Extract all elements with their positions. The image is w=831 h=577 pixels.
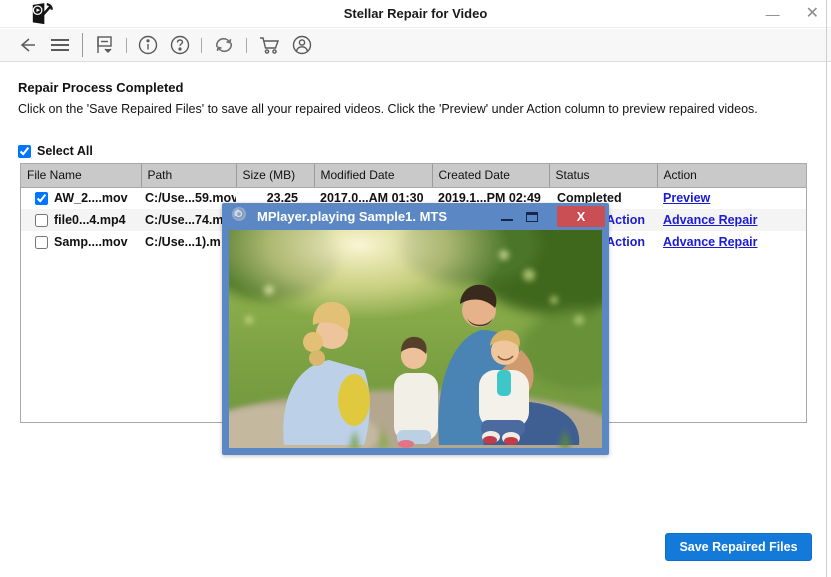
app-window: Stellar Repair for Video — ✕ bbox=[0, 0, 831, 577]
file-name: file0...4.mp4 bbox=[54, 213, 126, 227]
instruction-text: Click on the 'Save Repaired Files' to sa… bbox=[18, 100, 812, 118]
row-checkbox[interactable] bbox=[35, 214, 48, 227]
mplayer-minimize-icon[interactable] bbox=[501, 212, 513, 221]
select-all-label: Select All bbox=[37, 144, 93, 158]
column-header-file-name[interactable]: File Name bbox=[21, 164, 141, 187]
cart-icon[interactable] bbox=[256, 31, 282, 59]
row-checkbox[interactable] bbox=[35, 236, 48, 249]
row-checkbox[interactable] bbox=[35, 192, 48, 205]
select-all: Select All bbox=[18, 144, 93, 158]
select-all-checkbox[interactable] bbox=[18, 145, 31, 158]
toolbar-divider bbox=[126, 38, 127, 53]
toolbar-divider bbox=[201, 38, 202, 53]
advance-repair-link[interactable]: Advance Repair bbox=[663, 235, 757, 249]
back-icon[interactable] bbox=[16, 31, 38, 59]
menu-icon[interactable] bbox=[48, 31, 72, 59]
toolbar bbox=[0, 29, 831, 62]
toolbar-divider bbox=[82, 33, 83, 57]
column-header-action[interactable]: Action bbox=[657, 164, 806, 187]
info-icon[interactable] bbox=[136, 31, 160, 59]
window-title: Stellar Repair for Video bbox=[0, 0, 831, 28]
video-frame bbox=[229, 230, 602, 448]
mplayer-maximize-icon[interactable] bbox=[526, 212, 538, 222]
column-header-status[interactable]: Status bbox=[549, 164, 657, 187]
advance-repair-link[interactable]: Advance Repair bbox=[663, 213, 757, 227]
mplayer-title: MPlayer.playing Sample1. MTS bbox=[257, 209, 447, 224]
mplayer-close-button[interactable]: X bbox=[557, 206, 605, 227]
video-still-family-picnic bbox=[229, 230, 602, 448]
report-flag-icon[interactable] bbox=[93, 31, 117, 59]
window-border bbox=[826, 0, 827, 577]
column-header-modified-date[interactable]: Modified Date bbox=[314, 164, 432, 187]
toolbar-divider bbox=[246, 38, 247, 53]
close-button[interactable]: ✕ bbox=[806, 0, 819, 28]
app-titlebar: Stellar Repair for Video — ✕ bbox=[0, 0, 831, 28]
column-header-path[interactable]: Path bbox=[141, 164, 236, 187]
page-title: Repair Process Completed bbox=[18, 80, 183, 95]
preview-link[interactable]: Preview bbox=[663, 191, 710, 205]
mplayer-window: MPlayer.playing Sample1. MTS X bbox=[222, 203, 609, 455]
minimize-button[interactable]: — bbox=[766, 0, 780, 28]
help-icon[interactable] bbox=[168, 31, 192, 59]
account-icon[interactable] bbox=[290, 31, 314, 59]
mplayer-titlebar[interactable]: MPlayer.playing Sample1. MTS X bbox=[222, 203, 609, 230]
refresh-icon[interactable] bbox=[211, 31, 237, 59]
column-header-created-date[interactable]: Created Date bbox=[432, 164, 549, 187]
file-name: Samp....mov bbox=[54, 235, 128, 249]
save-repaired-files-button[interactable]: Save Repaired Files bbox=[665, 533, 812, 561]
mplayer-logo-icon bbox=[231, 206, 247, 227]
column-header-size[interactable]: Size (MB) bbox=[236, 164, 314, 187]
file-name: AW_2....mov bbox=[54, 191, 128, 205]
table-header-row: File Name Path Size (MB) Modified Date C… bbox=[21, 164, 806, 187]
